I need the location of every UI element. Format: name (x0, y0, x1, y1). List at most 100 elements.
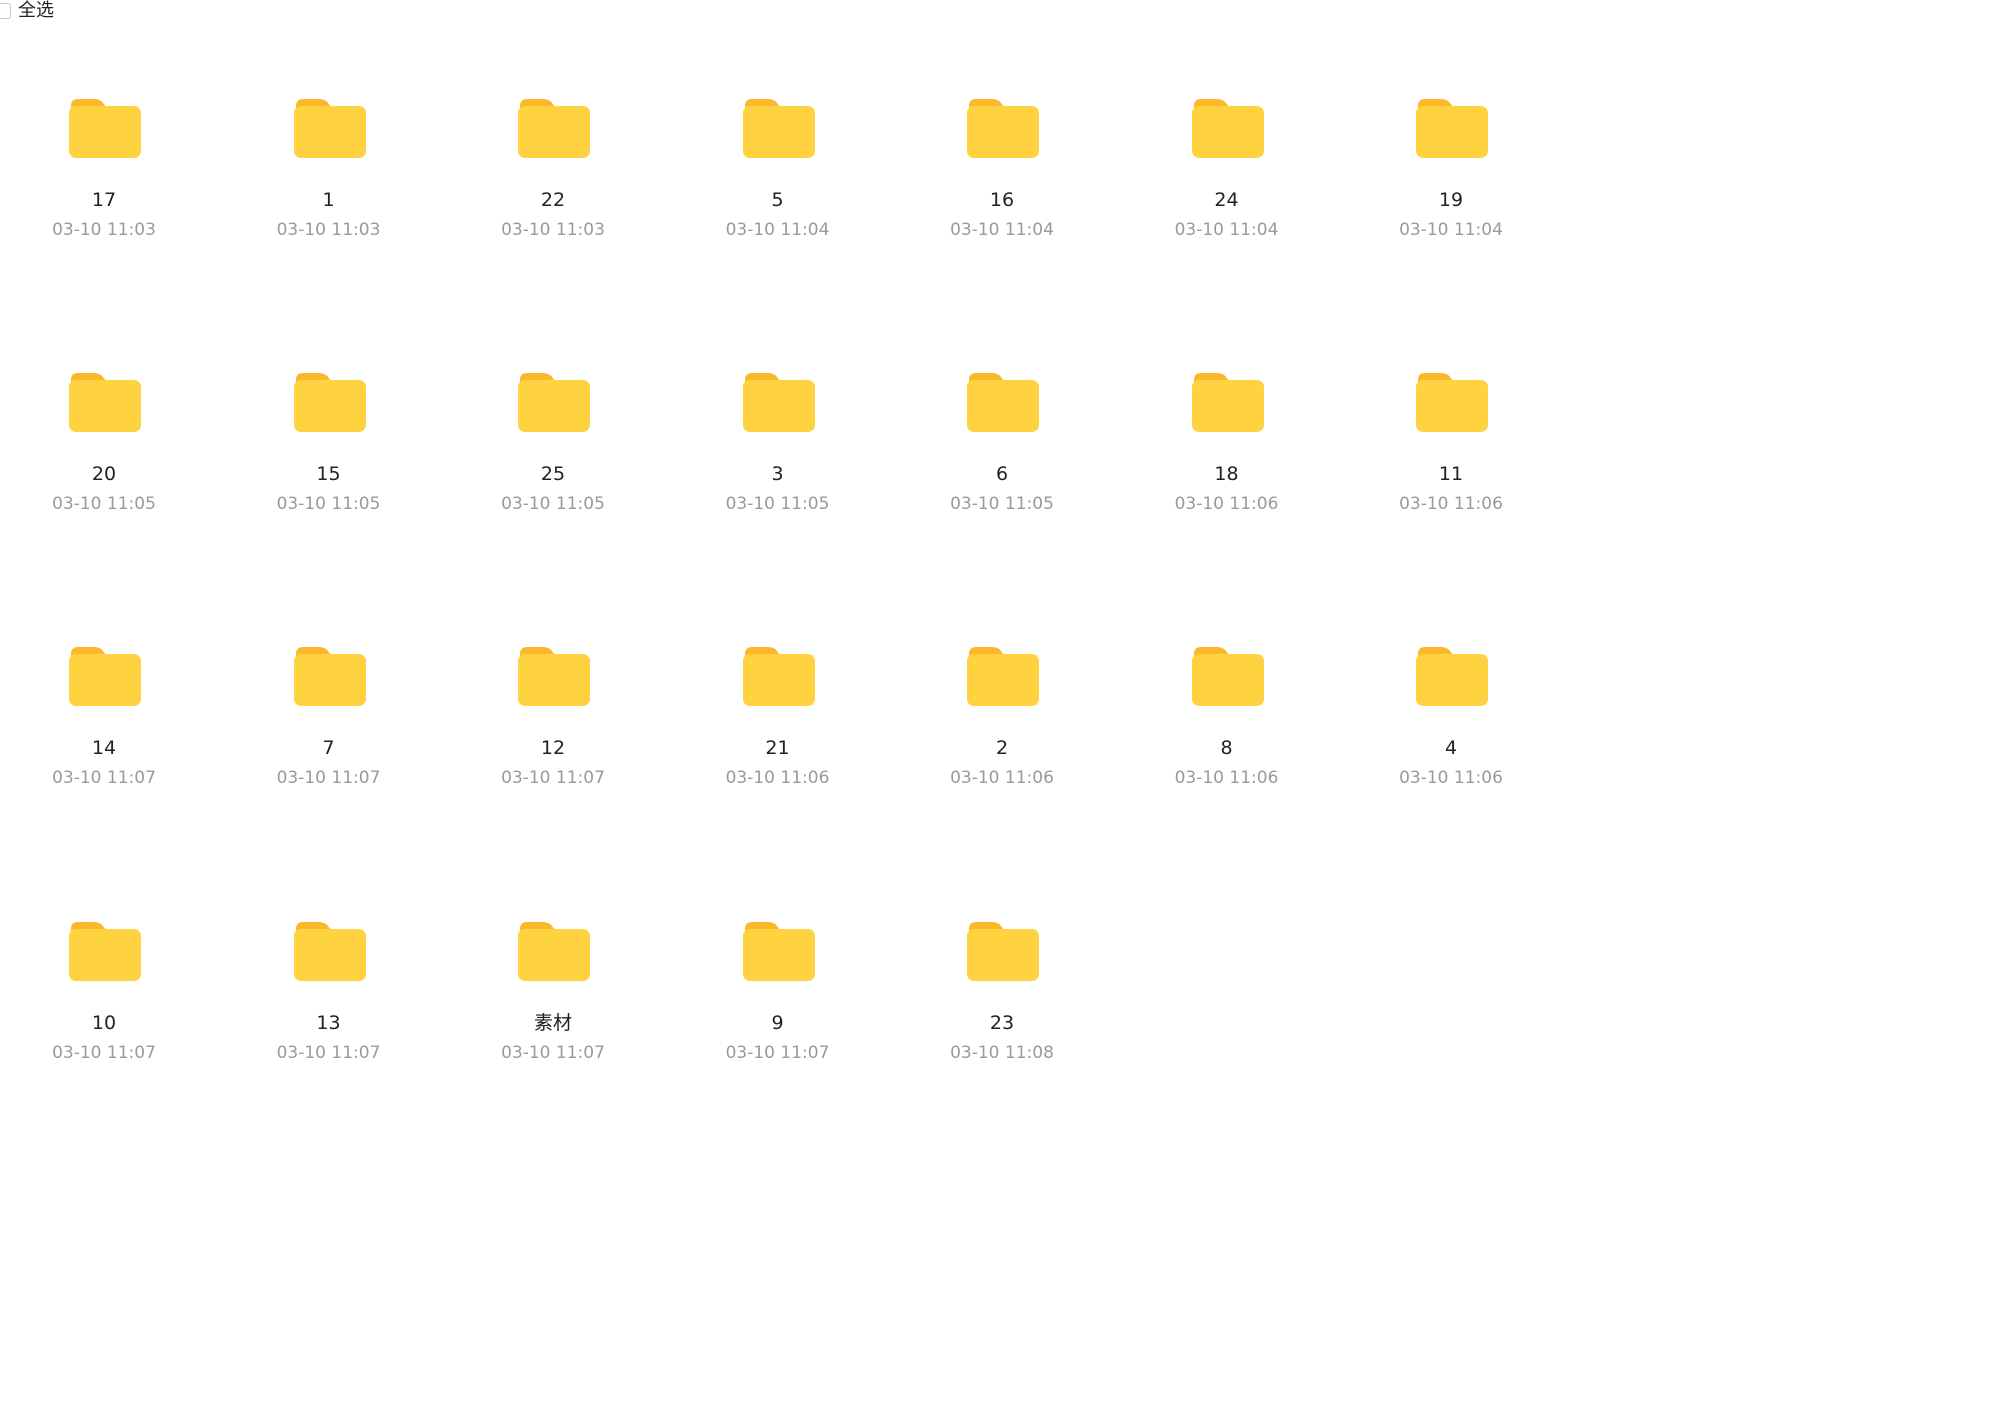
folder-name: 4 (1444, 737, 1458, 760)
folder-item[interactable]: 9 03-10 11:07 (678, 891, 878, 1091)
folder-item[interactable]: 15 03-10 11:05 (229, 342, 429, 542)
folder-icon (518, 96, 590, 160)
folder-name: 12 (540, 737, 566, 760)
folder-item[interactable]: 4 03-10 11:06 (1351, 616, 1551, 816)
folder-item[interactable]: 2 03-10 11:06 (902, 616, 1102, 816)
folder-name: 14 (91, 737, 117, 760)
folder-item[interactable]: 21 03-10 11:06 (678, 616, 878, 816)
folder-date: 03-10 11:03 (276, 220, 381, 240)
folder-icon (1191, 370, 1264, 434)
folder-date: 03-10 11:07 (276, 768, 381, 789)
folder-icon (293, 644, 366, 708)
folder-name: 22 (540, 189, 566, 211)
folder-name: 21 (765, 737, 790, 760)
folder-icon (69, 644, 141, 708)
folder-date: 03-10 11:04 (950, 220, 1054, 240)
folder-item[interactable]: 7 03-10 11:07 (229, 616, 429, 816)
folder-item[interactable]: 6 03-10 11:05 (902, 342, 1102, 542)
select-all-label: 全选 (18, 0, 54, 21)
folder-name: 7 (322, 737, 335, 760)
folder-name: 10 (91, 1011, 117, 1034)
folder-item[interactable]: 16 03-10 11:04 (902, 68, 1102, 268)
folder-date: 03-10 11:06 (1399, 494, 1503, 515)
folder-date: 03-10 11:08 (950, 1042, 1054, 1063)
folder-date: 03-10 11:03 (52, 220, 156, 240)
folder-item[interactable]: 5 03-10 11:04 (678, 68, 878, 268)
folder-item[interactable]: 19 03-10 11:04 (1351, 68, 1551, 268)
folder-date: 03-10 11:06 (950, 768, 1054, 789)
folder-name: 2 (995, 737, 1009, 760)
folder-icon (518, 644, 590, 708)
folder-item[interactable]: 22 03-10 11:03 (453, 68, 653, 268)
folder-date: 03-10 11:05 (276, 494, 381, 515)
folder-date: 03-10 11:07 (276, 1042, 381, 1063)
folder-icon (967, 919, 1039, 983)
folder-date: 03-10 11:06 (1174, 494, 1279, 515)
select-all-checkbox[interactable] (0, 3, 11, 19)
folder-icon (742, 96, 815, 160)
folder-name: 8 (1220, 737, 1233, 760)
folder-date: 03-10 11:07 (725, 1042, 830, 1063)
folder-item[interactable]: 14 03-10 11:07 (4, 616, 204, 816)
folder-date: 03-10 11:04 (1399, 220, 1503, 240)
folder-name: 15 (316, 463, 341, 486)
folder-date: 03-10 11:05 (52, 494, 156, 515)
folder-item[interactable]: 3 03-10 11:05 (678, 342, 878, 542)
folder-item[interactable]: 13 03-10 11:07 (229, 891, 429, 1091)
folder-item[interactable]: 素材 03-10 11:07 (453, 891, 653, 1091)
folder-item[interactable]: 17 03-10 11:03 (4, 68, 204, 268)
folder-name: 17 (91, 189, 117, 211)
folder-date: 03-10 11:03 (501, 220, 605, 240)
folder-name: 24 (1214, 189, 1239, 211)
folder-name: 16 (989, 189, 1015, 211)
folder-date: 03-10 11:04 (725, 220, 830, 240)
folder-icon (293, 96, 366, 160)
folder-icon (518, 919, 590, 983)
folder-item[interactable]: 24 03-10 11:04 (1127, 68, 1327, 268)
folder-date: 03-10 11:05 (725, 494, 830, 515)
folder-item[interactable]: 23 03-10 11:08 (902, 891, 1102, 1091)
folder-icon (967, 644, 1039, 708)
folder-date: 03-10 11:07 (501, 1042, 605, 1063)
folder-icon (69, 919, 141, 983)
folder-name: 3 (771, 463, 784, 486)
folder-date: 03-10 11:05 (501, 494, 605, 515)
folder-item[interactable]: 8 03-10 11:06 (1127, 616, 1327, 816)
folder-date: 03-10 11:06 (1399, 768, 1503, 789)
folder-name: 18 (1214, 463, 1239, 486)
folder-name: 25 (540, 463, 566, 486)
folder-item[interactable]: 20 03-10 11:05 (4, 342, 204, 542)
folder-name: 11 (1438, 463, 1464, 486)
folder-icon (69, 370, 141, 434)
folder-name: 9 (771, 1011, 784, 1034)
folder-icon (742, 370, 815, 434)
folder-item[interactable]: 1 03-10 11:03 (229, 68, 429, 268)
folder-icon (742, 644, 815, 708)
folder-icon (1416, 96, 1488, 160)
folder-name: 素材 (533, 1011, 572, 1034)
folder-icon (518, 370, 590, 434)
folder-icon (293, 919, 366, 983)
folder-name: 1 (322, 189, 335, 211)
folder-icon (742, 919, 815, 983)
folder-icon (1191, 96, 1264, 160)
folder-item[interactable]: 10 03-10 11:07 (4, 891, 204, 1091)
folder-date: 03-10 11:07 (52, 768, 156, 789)
select-all-control[interactable]: 全选 (0, 0, 54, 22)
folder-name: 20 (91, 463, 117, 486)
folder-item[interactable]: 11 03-10 11:06 (1351, 342, 1551, 542)
folder-name: 5 (771, 189, 784, 211)
folder-icon (69, 96, 141, 160)
folder-name: 19 (1438, 189, 1464, 211)
folder-icon (1416, 644, 1488, 708)
folder-name: 23 (989, 1011, 1015, 1034)
folder-icon (1191, 644, 1264, 708)
folder-item[interactable]: 25 03-10 11:05 (453, 342, 653, 542)
folder-date: 03-10 11:06 (1174, 768, 1279, 789)
folder-date: 03-10 11:07 (52, 1042, 156, 1063)
folder-icon (293, 370, 366, 434)
folder-item[interactable]: 18 03-10 11:06 (1127, 342, 1327, 542)
folder-item[interactable]: 12 03-10 11:07 (453, 616, 653, 816)
folder-date: 03-10 11:05 (950, 494, 1054, 515)
folder-icon (967, 370, 1039, 434)
